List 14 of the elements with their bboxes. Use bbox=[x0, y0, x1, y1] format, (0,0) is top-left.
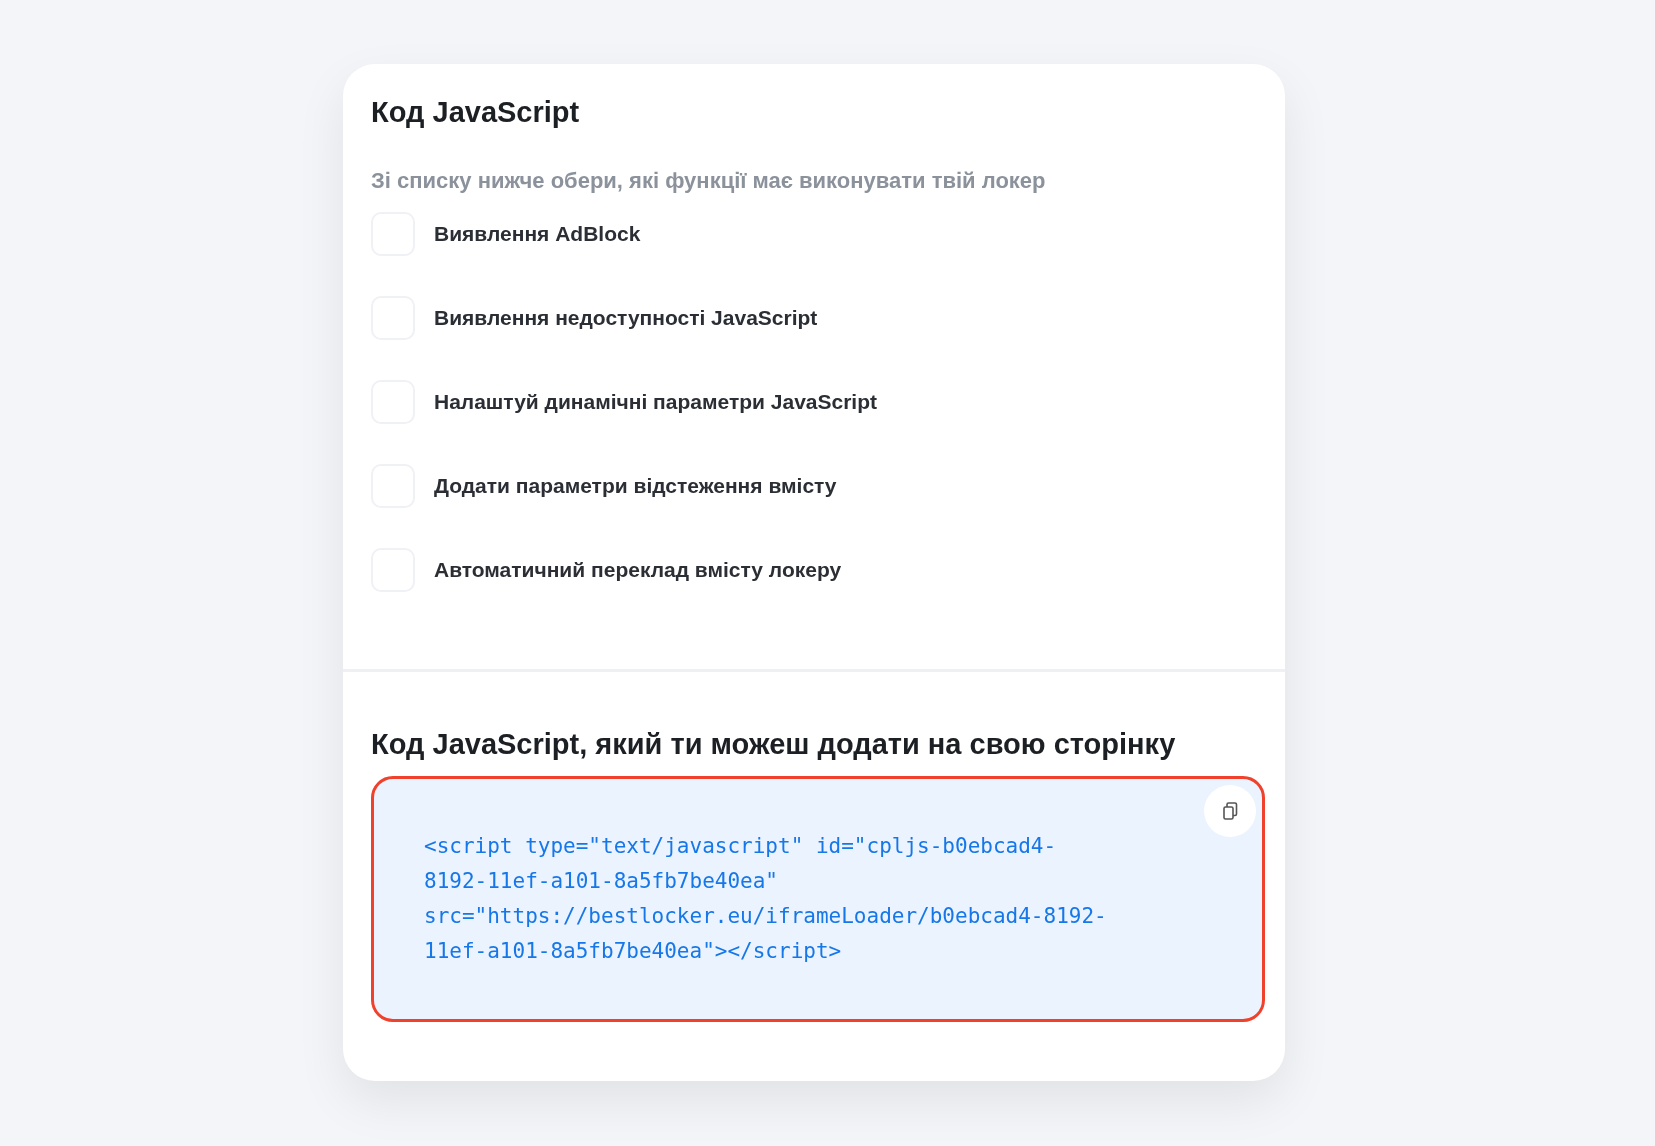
checkbox-label: Додати параметри відстеження вмісту bbox=[434, 474, 837, 498]
code-line: 8192-11ef-a101-8a5fb7be40ea" bbox=[424, 868, 779, 895]
checkbox-label: Виявлення AdBlock bbox=[434, 222, 641, 246]
section-title: Код JavaScript, який ти можеш додати на свою сторінку bbox=[371, 727, 1177, 762]
code-line: <script type="text/javascript" id="cpljs-b0ebcad4- bbox=[424, 833, 1058, 860]
copy-button[interactable] bbox=[1204, 785, 1256, 837]
code-line: 11ef-a101-8a5fb7be40ea"></script> bbox=[424, 938, 843, 965]
code-line: src="https://bestlocker.eu/iframeLoader/b0ebcad4-8192- bbox=[424, 903, 1108, 930]
copy-icon bbox=[1220, 801, 1240, 821]
section-title: Код JavaScript bbox=[371, 95, 581, 130]
instruction-text: Зі списку нижче обери, які функції має виконувати твій локер bbox=[371, 167, 1047, 195]
checkbox-label: Автоматичний переклад вмісту локеру bbox=[434, 558, 842, 582]
checkbox-label: Налаштуй динамічні параметри JavaScript bbox=[434, 390, 877, 414]
checkbox-label: Виявлення недоступності JavaScript bbox=[434, 306, 818, 330]
